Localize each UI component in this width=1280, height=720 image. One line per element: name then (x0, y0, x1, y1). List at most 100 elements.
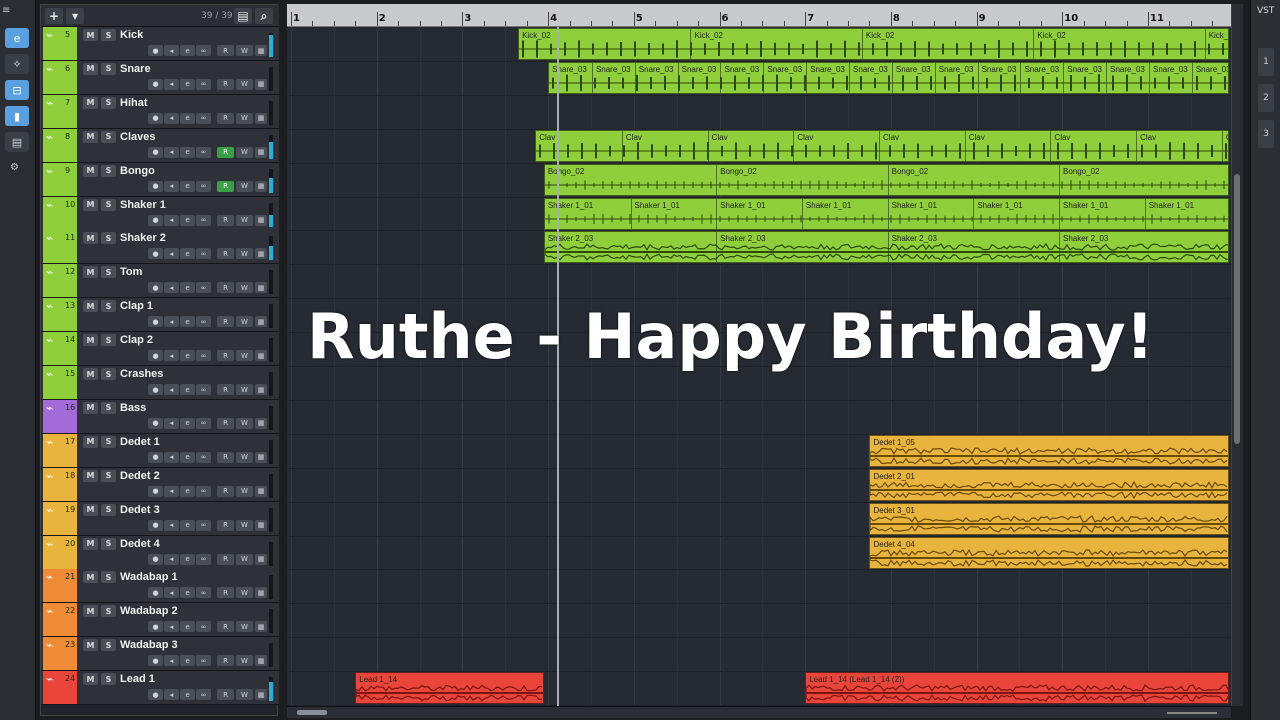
solo-button[interactable]: S (101, 571, 116, 584)
track-color-strip[interactable]: ⌁ 11 (43, 230, 77, 264)
edit-channel-button[interactable]: ▦ (255, 553, 267, 565)
write-automation-button[interactable]: W (236, 248, 253, 260)
chain-icon[interactable]: ∞ (196, 553, 211, 565)
write-automation-button[interactable]: W (236, 214, 253, 226)
edit-channel-button[interactable]: ▦ (255, 78, 267, 90)
track-name[interactable]: Snare (120, 63, 151, 75)
read-automation-play-icon[interactable]: ◂ (164, 78, 179, 90)
track-color-strip[interactable]: ⌁ 20 (43, 535, 77, 569)
mute-button[interactable]: M (83, 435, 98, 448)
chain-icon[interactable]: ∞ (196, 655, 211, 667)
track-name[interactable]: Bongo (120, 165, 155, 177)
read-automation-button[interactable]: R (217, 519, 234, 531)
chain-icon[interactable]: ∞ (196, 587, 211, 599)
link-icon[interactable]: e (180, 655, 195, 667)
chain-icon[interactable]: ∞ (196, 519, 211, 531)
horizontal-zoom-slider[interactable] (1167, 712, 1217, 714)
read-automation-play-icon[interactable]: ◂ (164, 282, 179, 294)
solo-button[interactable]: S (101, 300, 116, 313)
link-icon[interactable]: e (180, 384, 195, 395)
solo-button[interactable]: S (101, 435, 116, 448)
mute-button[interactable]: M (83, 368, 98, 380)
audio-event[interactable]: Dedet 4_04 (869, 536, 1229, 569)
chain-icon[interactable]: ∞ (196, 316, 211, 328)
track-color-strip[interactable]: ⌁ 18 (43, 467, 77, 501)
read-automation-play-icon[interactable]: ◂ (164, 587, 179, 599)
link-icon[interactable]: e (180, 282, 195, 294)
audio-event[interactable]: Snare_03 Snare_03 Snare_03 Snare_03 Snare_03… (548, 61, 1229, 94)
track-color-strip[interactable]: ⌁ 12 (43, 264, 77, 298)
track-color-strip[interactable]: ⌁ 10 (43, 196, 77, 230)
mute-button[interactable]: M (83, 164, 98, 177)
solo-button[interactable]: S (101, 469, 116, 482)
audio-event[interactable]: Shaker 1_01 Shaker 1_01 Shaker 1_01 Shaker … (543, 197, 1229, 230)
monitor-button[interactable]: ● (148, 417, 163, 429)
write-automation-button[interactable]: W (236, 316, 253, 328)
mute-button[interactable]: M (83, 334, 98, 347)
track-row[interactable]: ⌁ 5 M S Kick ● ◂ e ∞ R W ▦ (41, 27, 279, 61)
mute-button[interactable]: M (83, 605, 98, 618)
link-icon[interactable]: e (180, 316, 195, 328)
audio-event[interactable]: Shaker 2_03 Shaker 2_03 Shaker 2_03 Shaker … (543, 231, 1229, 264)
edit-channel-button[interactable]: ▦ (255, 146, 267, 158)
read-automation-play-icon[interactable]: ◂ (164, 655, 179, 667)
edit-channel-button[interactable]: ▦ (255, 350, 267, 362)
read-automation-play-icon[interactable]: ◂ (164, 417, 179, 429)
read-automation-button[interactable]: R (217, 180, 234, 192)
edit-channel-button[interactable]: ▦ (255, 655, 267, 667)
read-automation-button[interactable]: R (217, 621, 234, 633)
track-color-strip[interactable]: ⌁ 5 (43, 27, 77, 60)
edit-channel-button[interactable]: ▦ (255, 384, 267, 395)
track-name[interactable]: Crashes (120, 368, 163, 380)
read-automation-play-icon[interactable]: ◂ (164, 350, 179, 362)
track-row[interactable]: ⌁ 18 M S Dedet 2 ● ◂ e ∞ R W ▦ (41, 467, 279, 502)
write-automation-button[interactable]: W (236, 451, 253, 463)
write-automation-button[interactable]: W (236, 78, 253, 90)
link-icon[interactable]: e (180, 417, 195, 429)
mute-button[interactable]: M (83, 130, 98, 143)
chain-icon[interactable]: ∞ (196, 451, 211, 463)
audio-event[interactable]: Lead 1_14 (Lead 1_14 (2)) (805, 672, 1229, 705)
monitor-button[interactable]: ● (148, 621, 163, 633)
track-row[interactable]: ⌁ 9 M S Bongo ● ◂ e ∞ R W ▦ (41, 162, 279, 197)
edit-channel-button[interactable]: ▦ (255, 282, 267, 294)
chain-icon[interactable]: ∞ (196, 78, 211, 90)
read-automation-play-icon[interactable]: ◂ (164, 45, 179, 56)
track-color-strip[interactable]: ⌁ 6 (43, 60, 77, 94)
chain-icon[interactable]: ∞ (196, 485, 211, 497)
read-automation-play-icon[interactable]: ◂ (164, 316, 179, 328)
read-automation-button[interactable]: R (217, 553, 234, 565)
read-automation-play-icon[interactable]: ◂ (164, 451, 179, 463)
read-automation-button[interactable]: R (217, 485, 234, 497)
track-row[interactable]: ⌁ 14 M S Clap 2 ● ◂ e ∞ R W ▦ (41, 332, 279, 367)
track-row[interactable]: ⌁ 8 M S Claves ● ◂ e ∞ R W ▦ (41, 128, 279, 163)
vst-slot-1[interactable]: 1 (1258, 48, 1274, 76)
write-automation-button[interactable]: W (236, 553, 253, 565)
read-automation-play-icon[interactable]: ◂ (164, 180, 179, 192)
write-automation-button[interactable]: W (236, 180, 253, 192)
horizontal-scrollbar[interactable] (287, 706, 1231, 718)
edit-channel-button[interactable]: ▦ (255, 621, 267, 633)
read-automation-button[interactable]: R (217, 146, 234, 158)
track-row[interactable]: ⌁ 17 M S Dedet 1 ● ◂ e ∞ R W ▦ (41, 433, 279, 468)
notepad-icon[interactable]: ▤ (5, 132, 29, 152)
track-color-strip[interactable]: ⌁ 19 (43, 501, 77, 535)
monitor-button[interactable]: ● (148, 248, 163, 260)
edit-channel-button[interactable]: ▦ (255, 587, 267, 599)
track-name[interactable]: Dedet 4 (120, 538, 160, 550)
write-automation-button[interactable]: W (236, 519, 253, 531)
read-automation-button[interactable]: R (217, 45, 234, 56)
monitor-button[interactable]: ● (148, 214, 163, 226)
mute-button[interactable]: M (83, 503, 98, 516)
link-icon[interactable]: e (180, 689, 195, 701)
edit-channel-button[interactable]: ▦ (255, 485, 267, 497)
monitor-button[interactable]: ● (148, 384, 163, 395)
link-icon[interactable]: e (180, 350, 195, 362)
chain-icon[interactable]: ∞ (196, 350, 211, 362)
read-automation-button[interactable]: R (217, 689, 234, 701)
monitor-button[interactable]: ● (148, 553, 163, 565)
solo-button[interactable]: S (101, 266, 116, 279)
track-row[interactable]: ⌁ 23 M S Wadabap 3 ● ◂ e ∞ R W ▦ (41, 637, 279, 672)
solo-button[interactable]: S (101, 605, 116, 618)
edit-channel-button[interactable]: ▦ (255, 112, 267, 124)
